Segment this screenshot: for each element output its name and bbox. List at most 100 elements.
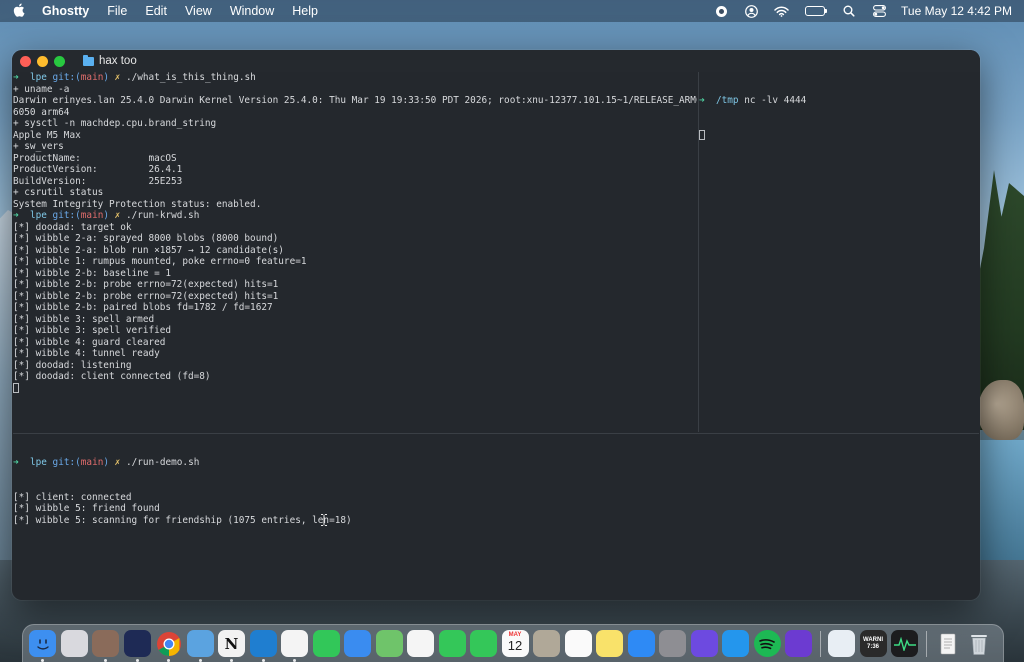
wifi-icon[interactable] <box>773 4 789 18</box>
output-line: [*] doodad: target ok <box>13 221 132 233</box>
prompt-git-close: ) <box>103 457 110 468</box>
spotify-icon[interactable] <box>753 630 781 657</box>
phone-icon[interactable] <box>470 630 497 657</box>
proton-vpn-icon[interactable] <box>690 630 718 657</box>
close-window-button[interactable] <box>20 55 31 67</box>
calendar-icon[interactable]: MAY 12 <box>501 630 529 657</box>
output-line: [*] wibble 5: friend found <box>13 503 160 514</box>
output-line: + sw_vers <box>13 141 64 152</box>
output-line: [*] wibble 2-b: probe errno=72(expected)… <box>13 290 279 302</box>
minimize-window-button[interactable] <box>37 55 48 67</box>
window-titlebar[interactable]: hax too <box>12 50 980 72</box>
terminal-cursor <box>699 129 705 140</box>
prompt-arrow: ➜ <box>13 457 19 468</box>
wallpaper-rocks <box>978 380 1024 440</box>
window-title-text: hax too <box>99 55 137 67</box>
menu-window[interactable]: Window <box>230 4 274 18</box>
notion-icon[interactable]: N <box>218 630 245 662</box>
vscode-icon[interactable] <box>249 630 277 662</box>
control-center-icon[interactable] <box>871 4 887 18</box>
prompt-line: ➜ lpe git:(main) ✗ ./run-krwd.sh <box>13 210 200 221</box>
prompt-command: nc -lv 4444 <box>744 95 807 106</box>
output-line: [*] wibble 3: spell verified <box>13 325 172 336</box>
menu-help[interactable]: Help <box>292 4 318 18</box>
robot-app-icon[interactable] <box>186 630 214 662</box>
contacts-icon[interactable] <box>533 630 560 657</box>
obsidian-icon[interactable] <box>785 630 812 657</box>
side-cursor-line <box>699 129 980 142</box>
finder-icon[interactable] <box>29 630 56 662</box>
facetime-icon[interactable] <box>438 630 466 657</box>
output-line: 6050 arm64 <box>13 106 70 118</box>
prompt-command: ./run-demo.sh <box>125 457 200 468</box>
photos-icon[interactable] <box>407 630 434 657</box>
maps-icon[interactable] <box>375 630 403 657</box>
reminders-icon[interactable] <box>564 630 592 657</box>
chrome-icon[interactable] <box>155 630 182 662</box>
output-line: [*] wibble 2-a: blob run ×1857 → 12 cand… <box>13 244 284 256</box>
messages-icon[interactable] <box>312 630 340 657</box>
screen-record-icon[interactable] <box>713 4 729 18</box>
prompt-directory: lpe <box>29 457 47 468</box>
launchpad-icon[interactable] <box>60 630 88 657</box>
system-settings-icon[interactable] <box>659 630 686 657</box>
terminal-cursor <box>13 382 19 393</box>
trash-icon[interactable] <box>966 630 993 657</box>
output-line: [*] wibble 2-b: paired blobs fd=1782 / f… <box>13 302 273 313</box>
app-store-icon[interactable] <box>627 630 655 657</box>
menu-bar: Ghostty File Edit View Window Help Tue M… <box>0 0 1024 22</box>
output-line: + sysctl -n machdep.cpu.brand_string <box>13 118 217 129</box>
zoom-window-button[interactable] <box>54 55 65 67</box>
photo-avatar-icon[interactable] <box>92 630 119 662</box>
console-badge-line1: WARNI <box>863 636 883 643</box>
menu-edit[interactable]: Edit <box>145 4 167 18</box>
ghostty-terminal-window: hax too ➜ lpe git:(main) ✗ ./what_is_thi… <box>12 50 980 600</box>
dock: N MAY 12 WARNI 7:36 <box>22 624 1004 662</box>
output-line: + csrutil status <box>13 187 104 198</box>
apple-menu-icon[interactable] <box>12 3 26 20</box>
dock-separator <box>925 630 927 657</box>
output-line: Apple M5 Max <box>13 129 81 141</box>
traffic-lights <box>20 55 65 67</box>
prompt-git-branch: main <box>80 457 104 468</box>
output-line: [*] wibble 5: scanning for friendship (1… <box>13 514 352 526</box>
folder-icon <box>83 54 94 66</box>
output-line: [*] wibble 4: guard cleared <box>13 336 166 348</box>
quicktime-icon[interactable] <box>828 630 855 657</box>
spotlight-search-icon[interactable] <box>841 4 857 18</box>
window-title: hax too <box>83 54 137 67</box>
output-line: + uname -a <box>13 83 70 95</box>
terminal-pane-main[interactable]: ➜ lpe git:(main) ✗ ./what_is_this_thing.… <box>13 72 697 432</box>
output-line: ProductVersion: 26.4.1 <box>13 164 183 175</box>
text-cursor-ibeam-icon <box>320 514 328 526</box>
notes-icon[interactable] <box>596 630 623 657</box>
prompt-dirty-marker: ✗ <box>114 457 121 468</box>
menu-view[interactable]: View <box>185 4 212 18</box>
terminal-pane-side[interactable]: ➜ /tmp nc -lv 4444 <box>698 72 980 432</box>
calendar-day: 12 <box>507 638 523 653</box>
console-icon[interactable]: WARNI 7:36 <box>859 630 887 657</box>
ghostty-icon[interactable] <box>123 630 151 662</box>
menu-bar-clock[interactable]: Tue May 12 4:42 PM <box>901 4 1012 18</box>
terminal-pane-bottom[interactable]: ➜ lpe git:(main) ✗ ./run-demo.sh [*] cli… <box>13 433 979 600</box>
documents-stack-icon[interactable] <box>934 630 961 657</box>
output-line: [*] wibble 2-b: baseline = 1 <box>13 267 172 279</box>
docker-icon[interactable] <box>722 630 749 657</box>
output-line: [*] wibble 3: spell armed <box>13 313 155 325</box>
output-line: [*] doodad: listening <box>13 359 132 371</box>
prompt-git-label: git:( <box>52 457 81 468</box>
activity-monitor-icon[interactable] <box>891 630 918 657</box>
mail-icon[interactable] <box>344 630 371 657</box>
output-line: [*] client: connected <box>13 491 132 503</box>
output-line: Darwin erinyes.lan 25.4.0 Darwin Kernel … <box>13 95 697 106</box>
output-line: [*] wibble 1: rumpus mounted, poke errno… <box>13 256 307 267</box>
prompt-line: ➜ lpe git:(main) ✗ ./what_is_this_thing.… <box>13 72 256 83</box>
dock-separator <box>819 630 821 657</box>
output-line: ProductName: macOS <box>13 152 177 164</box>
app-menu-ghostty[interactable]: Ghostty <box>42 4 89 18</box>
bottom-prompt-line: ➜ lpe git:(main) ✗ ./run-demo.sh <box>13 457 979 469</box>
user-account-icon[interactable] <box>743 4 759 18</box>
slack-icon[interactable] <box>281 630 308 662</box>
menu-file[interactable]: File <box>107 4 127 18</box>
battery-icon[interactable] <box>803 4 828 18</box>
